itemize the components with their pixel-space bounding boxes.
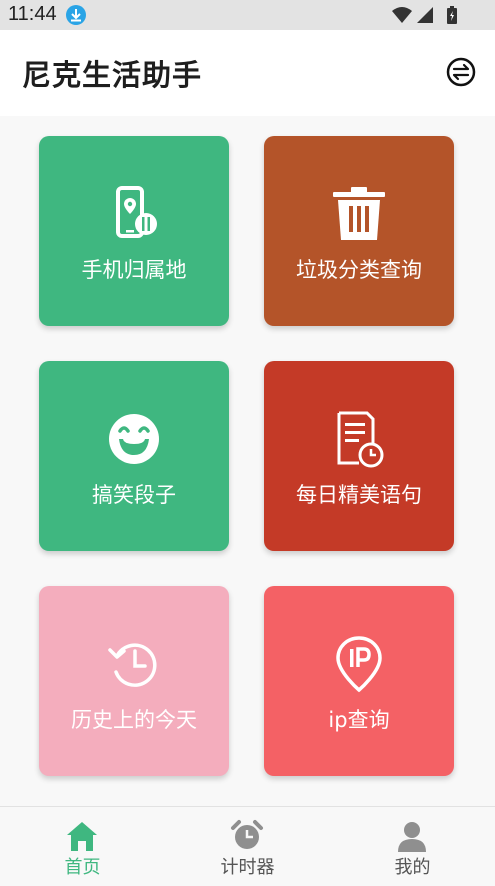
card-label: 搞笑段子 xyxy=(92,483,176,507)
signal-icon xyxy=(417,7,433,23)
card-jokes[interactable]: 搞笑段子 xyxy=(39,361,229,551)
home-icon xyxy=(65,819,99,853)
nav-item-mine[interactable]: 我的 xyxy=(330,807,495,886)
card-daily-quote[interactable]: 每日精美语句 xyxy=(264,361,454,551)
nav-label: 我的 xyxy=(394,857,431,878)
status-bar: 11:44 xyxy=(0,0,495,30)
system-icons xyxy=(391,5,461,25)
card-history-today[interactable]: 历史上的今天 xyxy=(39,586,229,776)
trash-can-icon xyxy=(329,184,389,244)
card-label: 每日精美语句 xyxy=(296,483,422,507)
page-title: 尼克生活助手 xyxy=(22,58,203,92)
alarm-clock-icon xyxy=(230,819,264,853)
swap-icon[interactable] xyxy=(446,57,476,87)
card-label: ip查询 xyxy=(328,708,390,732)
wifi-icon xyxy=(392,7,412,23)
card-label: 历史上的今天 xyxy=(71,708,197,732)
nav-item-home[interactable]: 首页 xyxy=(0,807,165,886)
download-icon xyxy=(66,5,86,25)
card-phone-location[interactable]: 手机归属地 xyxy=(39,136,229,326)
bottom-nav: 首页 计时器 我的 xyxy=(0,806,495,886)
phone-location-icon xyxy=(104,184,164,244)
card-label: 垃圾分类查询 xyxy=(296,258,422,282)
card-garbage-sorting[interactable]: 垃圾分类查询 xyxy=(264,136,454,326)
nav-label: 首页 xyxy=(64,857,101,878)
nav-label: 计时器 xyxy=(220,857,275,878)
card-ip-lookup[interactable]: ip查询 xyxy=(264,586,454,776)
user-icon xyxy=(395,819,429,853)
nav-item-timer[interactable]: 计时器 xyxy=(165,807,330,886)
card-label: 手机归属地 xyxy=(81,258,187,282)
history-icon xyxy=(104,634,164,694)
status-time: 11:44 xyxy=(8,3,57,25)
laughing-face-icon xyxy=(104,409,164,469)
document-clock-icon xyxy=(329,409,389,469)
ip-pin-icon xyxy=(329,634,389,694)
app-header: 尼克生活助手 xyxy=(0,30,495,116)
